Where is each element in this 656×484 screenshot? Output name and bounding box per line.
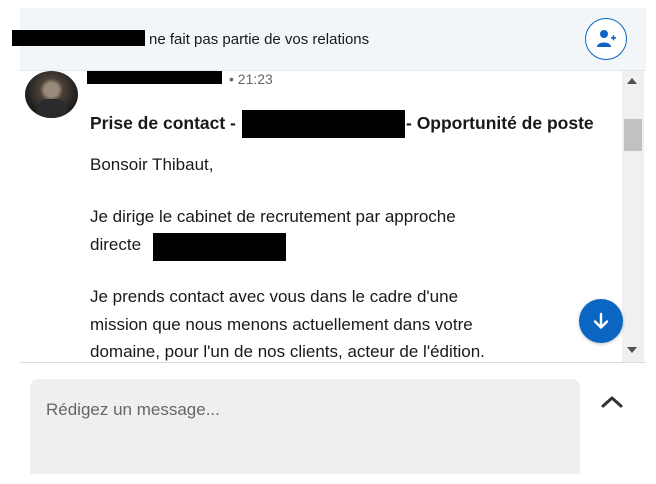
message-input[interactable]: Rédigez un message... [30, 379, 580, 474]
message-line: domaine, pour l'un de nos clients, acteu… [90, 342, 485, 361]
message-line: directe [90, 235, 142, 254]
redacted-sender [87, 71, 222, 84]
scroll-down-arrow-icon[interactable] [627, 347, 637, 353]
expand-composer-button[interactable] [598, 392, 626, 412]
message-scrollbar[interactable] [622, 71, 644, 362]
sender-avatar[interactable] [25, 71, 78, 118]
chevron-up-icon [601, 396, 623, 408]
scroll-up-arrow-icon[interactable] [627, 78, 637, 84]
banner-text: ne fait pas partie de vos relations [149, 31, 370, 48]
arrow-down-icon [593, 312, 609, 329]
message-line: Bonsoir Thibaut, [90, 155, 214, 174]
redacted-company [242, 110, 405, 138]
message-line: Je prends contact avec vous dans le cadr… [90, 287, 459, 306]
subject-suffix: - Opportunité de poste [406, 113, 594, 133]
person-add-icon [597, 30, 616, 47]
scroll-thumb[interactable] [624, 119, 642, 151]
message-time: • 21:23 [229, 71, 273, 87]
message-subject: Prise de contact - - Opportunité de post… [90, 113, 594, 134]
redacted-firm-name [153, 233, 286, 261]
message-line: Je dirige le cabinet de recrutement par … [90, 207, 456, 226]
subject-prefix: Prise de contact - [90, 113, 236, 133]
jump-to-latest-button[interactable] [579, 299, 623, 343]
message-line: mission que nous menons actuellement dan… [90, 315, 473, 334]
add-connection-button[interactable] [585, 18, 627, 60]
redacted-sender-name [12, 30, 145, 46]
message-list[interactable]: • 21:23 Prise de contact - - Opportunité… [20, 71, 646, 362]
